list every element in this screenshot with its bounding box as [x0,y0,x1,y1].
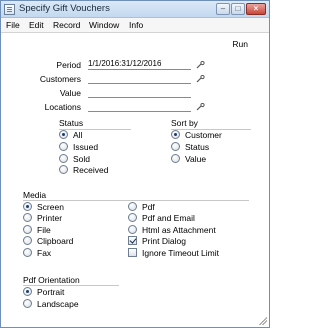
sort-by-group-title: Sort by [171,118,198,128]
menu-record[interactable]: Record [53,20,80,30]
media-option-pdf-and-email[interactable]: Pdf and Email [128,212,195,223]
menu-info[interactable]: Info [129,20,143,30]
media-option-label: Pdf [142,201,155,212]
status-radio-received[interactable] [59,165,68,174]
orientation-option-portrait[interactable]: Portrait [23,286,64,297]
orientation-option-landscape[interactable]: Landscape [23,298,79,309]
orientation-option-label: Landscape [37,298,79,309]
window-app-icon [4,4,15,15]
media-radio-fax[interactable] [23,248,32,257]
sort-option-label: Value [185,153,207,164]
media-option-file[interactable]: File [23,224,51,235]
status-option-label: All [73,129,83,140]
media-radio-screen[interactable] [23,202,32,211]
media-option-label: Clipboard [37,235,74,246]
sort-radio-status[interactable] [171,142,180,151]
sort-radio-customer[interactable] [171,130,180,139]
media-option-screen[interactable]: Screen [23,201,64,212]
media-radio-pdf[interactable] [128,202,137,211]
sort-option-customer[interactable]: Customer [171,129,222,140]
media-radio-clipboard[interactable] [23,236,32,245]
media-option-label: File [37,224,51,235]
ignore-timeout-limit-label: Ignore Timeout Limit [142,247,220,258]
status-option-received[interactable]: Received [59,164,108,175]
locations-field[interactable] [88,101,191,112]
sort-option-label: Customer [185,129,222,140]
locations-label: Locations [44,102,81,112]
locations-paste-special-icon[interactable] [196,103,205,111]
media-radio-pdf-and-email[interactable] [128,213,137,222]
media-option-label: Pdf and Email [142,212,195,223]
media-radio-printer[interactable] [23,213,32,222]
close-button[interactable]: × [246,3,266,15]
resize-grip-icon[interactable] [258,316,267,325]
minimize-icon: – [220,4,226,13]
media-option-html-as-attachment[interactable]: Html as Attachment [128,224,216,235]
status-radio-issued[interactable] [59,142,68,151]
status-option-label: Sold [73,153,91,164]
media-option-printer[interactable]: Printer [23,212,62,223]
value-label: Value [59,88,81,98]
status-radio-sold[interactable] [59,154,68,163]
menu-file[interactable]: File [6,20,20,30]
period-paste-special-icon[interactable] [196,61,205,69]
sort-option-value[interactable]: Value [171,153,206,164]
menu-bar: File Edit Record Window Info [1,18,269,33]
close-icon: × [253,4,259,13]
print-dialog-checkbox-row[interactable]: Print Dialog [128,235,186,246]
status-option-label: Received [73,164,109,175]
ignore-timeout-checkbox-row[interactable]: Ignore Timeout Limit [128,247,219,258]
print-dialog-checkbox[interactable] [128,236,137,245]
period-field[interactable]: 1/1/2016:31/12/2016 [88,59,191,70]
orientation-radio-landscape[interactable] [23,299,32,308]
sort-option-label: Status [185,141,210,152]
maximize-button[interactable]: □ [231,3,245,15]
maximize-icon: □ [235,4,241,13]
customers-paste-special-icon[interactable] [196,75,205,83]
media-radio-html-as-attachment[interactable] [128,225,137,234]
customers-label: Customers [39,74,81,84]
menu-edit[interactable]: Edit [29,20,44,30]
menu-window[interactable]: Window [89,20,119,30]
media-option-clipboard[interactable]: Clipboard [23,235,73,246]
window-controls: – □ × [215,3,266,16]
status-option-all[interactable]: All [59,129,82,140]
window-title: Specify Gift Vouchers [19,3,110,14]
status-group-title: Status [59,118,84,128]
status-radio-all[interactable] [59,130,68,139]
specify-gift-vouchers-window: Specify Gift Vouchers – □ × File Edit Re… [0,0,270,328]
status-option-label: Issued [73,141,99,152]
status-option-issued[interactable]: Issued [59,141,98,152]
status-option-sold[interactable]: Sold [59,153,90,164]
run-button[interactable]: Run [232,39,248,49]
value-field[interactable] [88,87,191,98]
media-option-fax[interactable]: Fax [23,247,51,258]
title-bar[interactable]: Specify Gift Vouchers – □ × [1,1,269,18]
media-radio-file[interactable] [23,225,32,234]
sort-radio-value[interactable] [171,154,180,163]
orientation-option-label: Portrait [37,286,65,297]
media-option-pdf[interactable]: Pdf [128,201,155,212]
period-label: Period [56,60,81,70]
media-group-title: Media [23,190,47,200]
customers-field[interactable] [88,73,191,84]
print-dialog-label: Print Dialog [142,235,186,246]
media-option-label: Screen [37,201,64,212]
orientation-radio-portrait[interactable] [23,287,32,296]
minimize-button[interactable]: – [216,3,230,15]
media-option-label: Printer [37,212,63,223]
media-option-label: Fax [37,247,52,258]
pdf-orientation-group-title: Pdf Orientation [23,275,80,285]
ignore-timeout-limit-checkbox[interactable] [128,248,137,257]
media-option-label: Html as Attachment [142,224,216,235]
sort-option-status[interactable]: Status [171,141,209,152]
